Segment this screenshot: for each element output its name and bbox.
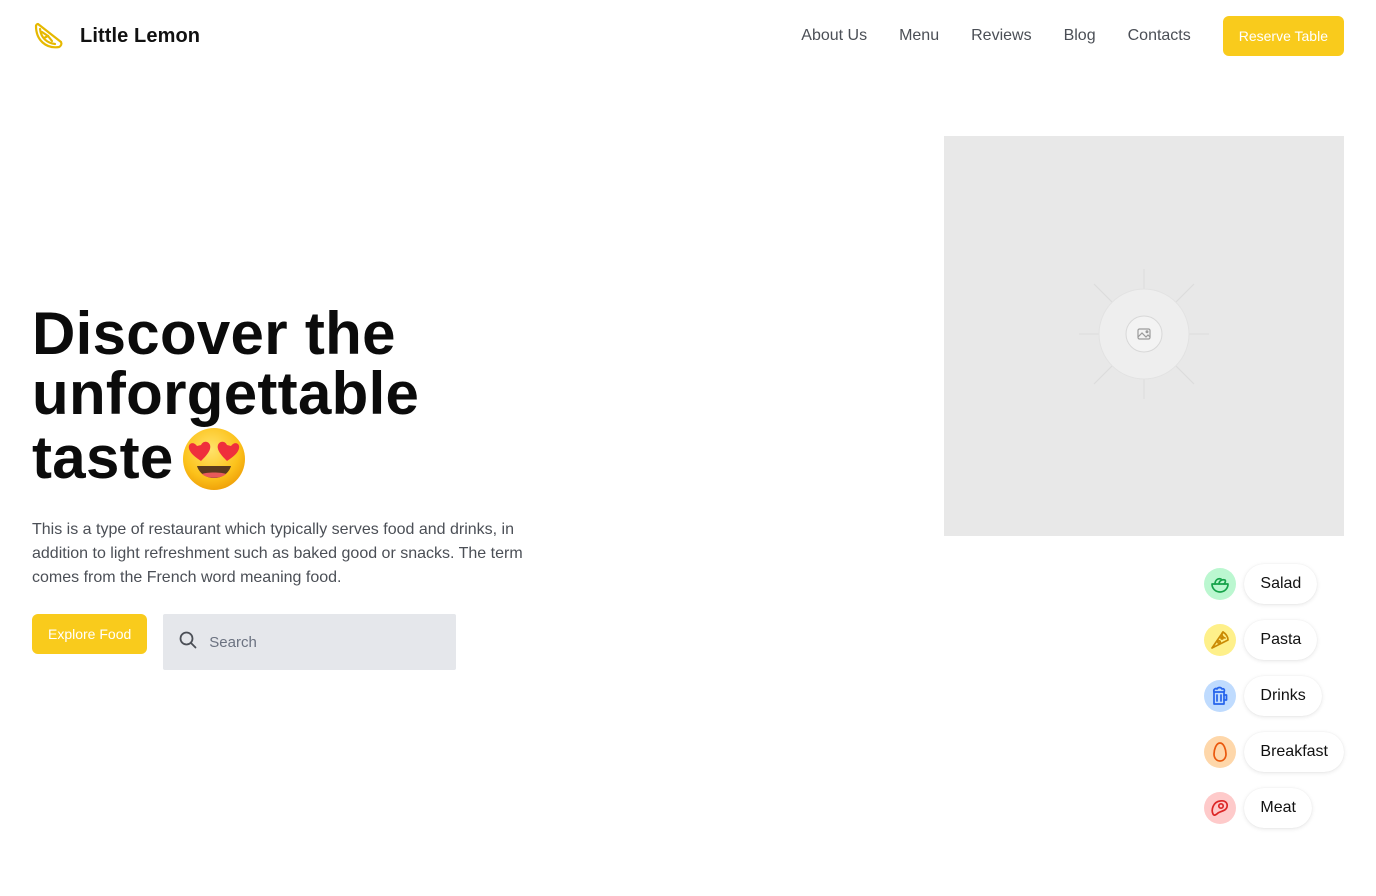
- explore-food-button[interactable]: Explore Food: [32, 614, 148, 654]
- category-meat[interactable]: Meat: [1204, 788, 1312, 828]
- search-input[interactable]: [209, 633, 440, 651]
- category-salad[interactable]: Salad: [1204, 564, 1318, 604]
- reserve-table-button[interactable]: Reserve Table: [1222, 16, 1344, 56]
- lemon-slice-icon: [32, 20, 64, 52]
- search-icon: [179, 631, 197, 654]
- beer-mug-icon: [1204, 680, 1237, 712]
- category-drinks[interactable]: Drinks: [1204, 676, 1322, 716]
- brand[interactable]: Little Lemon: [32, 20, 200, 52]
- search-box[interactable]: [163, 614, 457, 670]
- category-breakfast[interactable]: Breakfast: [1204, 732, 1344, 772]
- nav-contacts[interactable]: Contacts: [1128, 27, 1191, 45]
- salad-bowl-icon: [1204, 568, 1237, 600]
- smiling-face-heart-eyes-icon: [180, 424, 248, 492]
- site-header: Little Lemon About Us Menu Reviews Blog …: [32, 16, 1344, 56]
- nav-menu[interactable]: Menu: [899, 27, 939, 45]
- category-label: Pasta: [1244, 620, 1318, 660]
- main-nav: About Us Menu Reviews Blog Contacts Rese…: [801, 16, 1344, 56]
- category-label: Salad: [1244, 564, 1318, 604]
- hero-section: Discover the unforgettable taste This is…: [32, 304, 552, 670]
- nav-reviews[interactable]: Reviews: [971, 27, 1031, 45]
- category-list: Salad Pasta Drinks Breakfast Meat: [1204, 564, 1344, 828]
- egg-icon: [1204, 736, 1237, 768]
- hero-actions: Explore Food: [32, 614, 552, 670]
- category-label: Drinks: [1244, 676, 1322, 716]
- image-placeholder-icon: [1079, 268, 1209, 404]
- nav-blog[interactable]: Blog: [1064, 27, 1096, 45]
- hero-image: [944, 136, 1344, 536]
- pizza-slice-icon: [1204, 624, 1237, 656]
- category-pasta[interactable]: Pasta: [1204, 620, 1318, 660]
- hero-title: Discover the unforgettable taste: [32, 304, 552, 492]
- nav-about-us[interactable]: About Us: [801, 27, 867, 45]
- brand-name: Little Lemon: [80, 24, 201, 47]
- hero-description: This is a type of restaurant which typic…: [32, 521, 523, 586]
- steak-icon: [1204, 792, 1237, 824]
- category-label: Meat: [1244, 788, 1312, 828]
- category-label: Breakfast: [1244, 732, 1344, 772]
